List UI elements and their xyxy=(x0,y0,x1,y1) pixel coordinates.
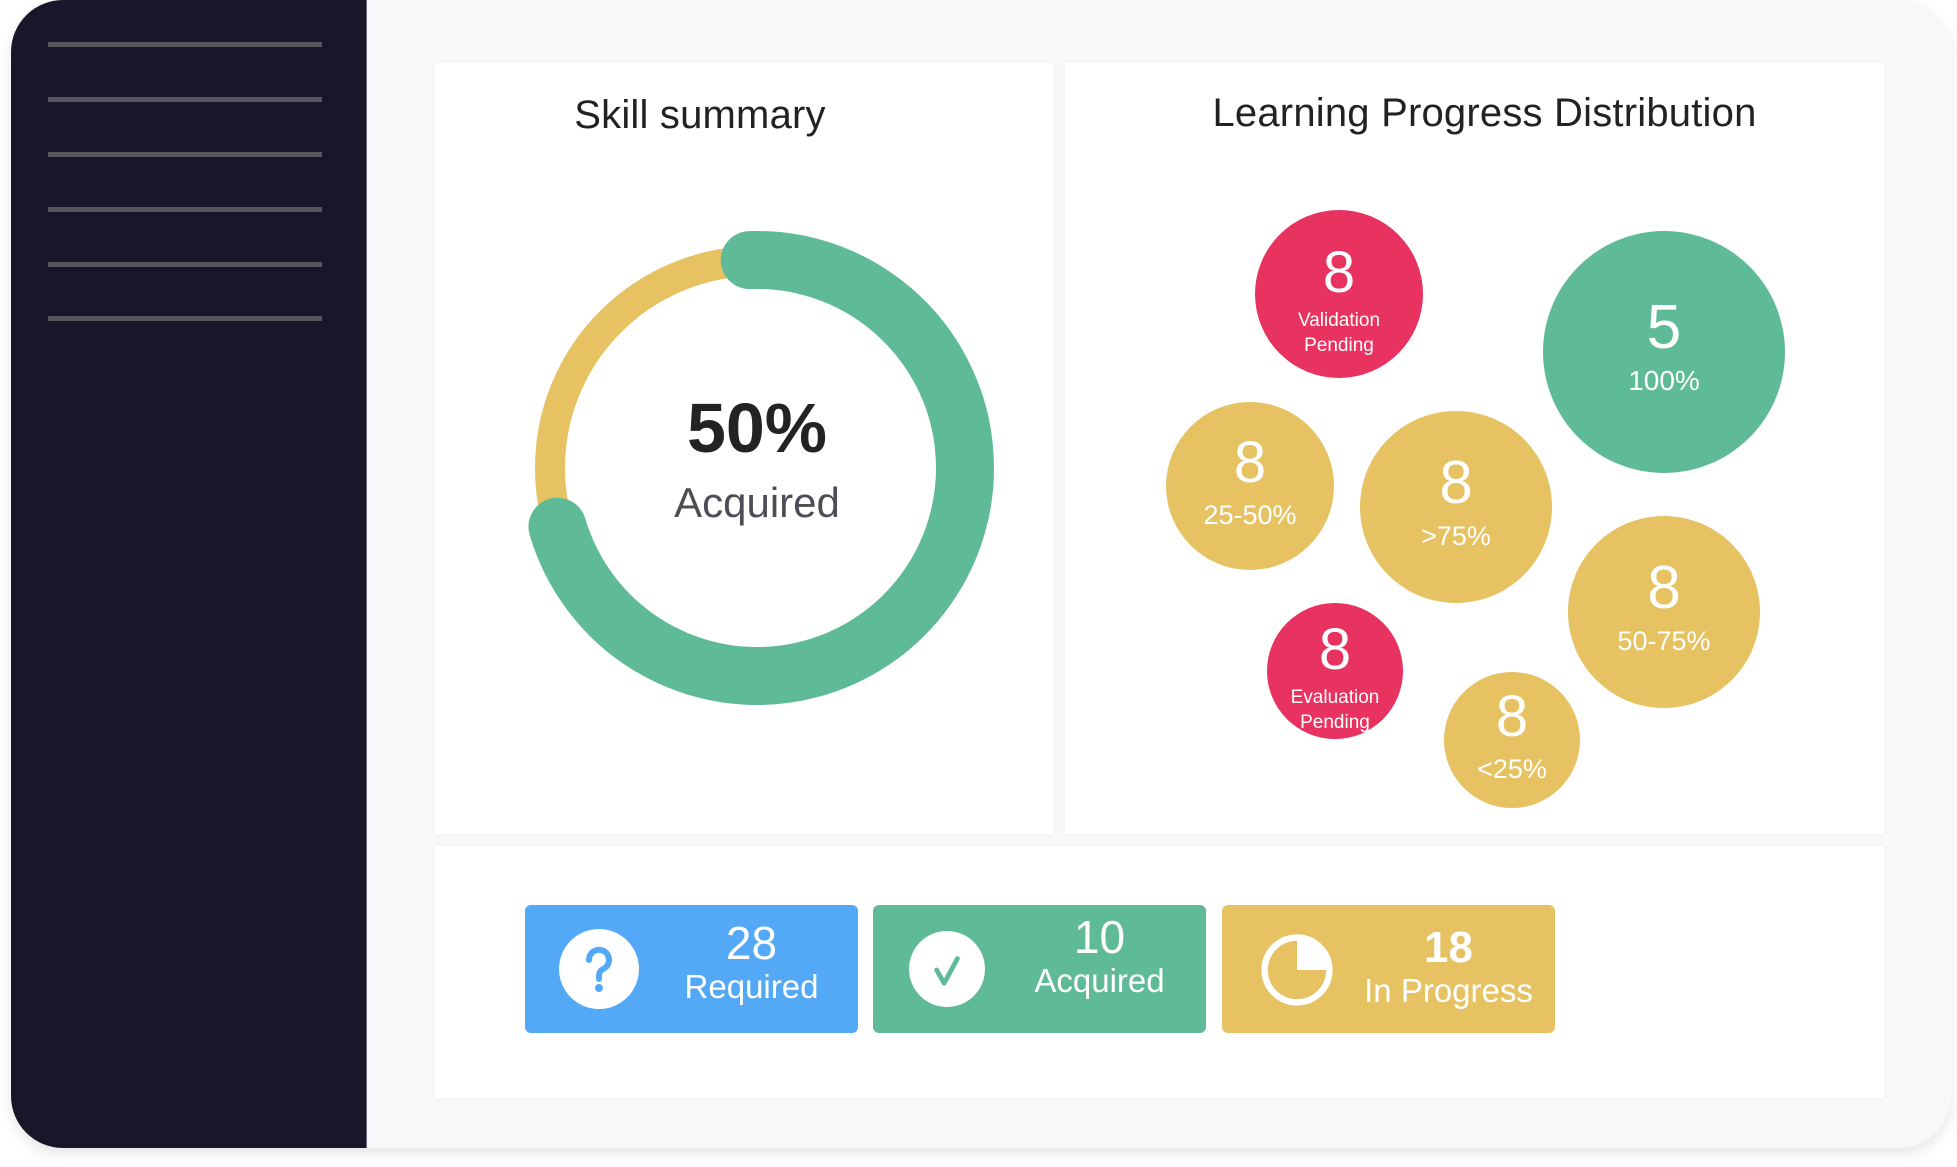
bubble-value: 5 xyxy=(1647,293,1681,362)
donut-center: 50% Acquired xyxy=(607,393,907,527)
bubble-value: 8 xyxy=(1323,240,1355,305)
bubble-value: 8 xyxy=(1647,554,1680,621)
bubble-value: 8 xyxy=(1234,430,1266,495)
stat-label: Required xyxy=(684,968,819,1006)
donut-percent: 50% xyxy=(686,389,828,467)
bubble-caption: Pending xyxy=(1300,712,1370,733)
bubble-caption: >75% xyxy=(1421,521,1491,551)
sidebar-item[interactable] xyxy=(48,42,322,47)
bubble-caption: 100% xyxy=(1628,365,1700,396)
bubble-progress-50-75[interactable]: 8 50-75% xyxy=(1568,516,1760,708)
bubble-validation-pending[interactable]: 8 Validation Pending xyxy=(1255,210,1423,378)
stat-label: Acquired xyxy=(1034,962,1165,1000)
pie-progress-icon xyxy=(1261,934,1333,1006)
question-icon xyxy=(559,929,639,1009)
bubble-caption: 50-75% xyxy=(1617,626,1710,656)
bubble-evaluation-pending[interactable]: 8 Evaluation Pending xyxy=(1267,603,1403,739)
stats-panel: 28 Required 10 Acquired 18 In Progress xyxy=(435,846,1884,1098)
bubble-caption: 25-50% xyxy=(1203,500,1296,530)
bubble-value: 8 xyxy=(1439,449,1472,516)
bubble-value: 8 xyxy=(1319,617,1351,682)
stat-value: 10 xyxy=(1073,911,1126,963)
bubble-caption: Evaluation xyxy=(1291,687,1380,708)
stat-label: In Progress xyxy=(1364,972,1533,1010)
sidebar xyxy=(11,0,367,1148)
bubble-caption: Pending xyxy=(1304,335,1374,356)
stat-text: 18 In Progress xyxy=(1342,923,1555,1011)
sidebar-item[interactable] xyxy=(48,262,322,267)
bubble-progress-over-75[interactable]: 8 >75% xyxy=(1360,411,1552,603)
stat-card-required[interactable]: 28 Required xyxy=(525,905,858,1033)
bubble-progress-25-50[interactable]: 8 25-50% xyxy=(1166,402,1334,570)
sidebar-item[interactable] xyxy=(48,152,322,157)
bubble-complete-100[interactable]: 5100% xyxy=(1543,231,1785,473)
bubble-progress-under-25[interactable]: 8 <25% xyxy=(1444,672,1580,808)
sidebar-item[interactable] xyxy=(48,316,322,321)
stat-value: 18 xyxy=(1424,923,1473,972)
donut-caption: Acquired xyxy=(674,479,840,526)
app-window: Skill summary 50% Acquired Learning Prog… xyxy=(11,0,1951,1148)
stat-value: 28 xyxy=(725,917,778,969)
stat-text: 28 Required xyxy=(645,919,858,1007)
bubble-caption: <25% xyxy=(1477,754,1547,784)
bubble-caption: Validation xyxy=(1298,310,1380,331)
sidebar-item[interactable] xyxy=(48,97,322,102)
sidebar-item[interactable] xyxy=(48,207,322,212)
stat-card-acquired[interactable]: 10 Acquired xyxy=(873,905,1206,1033)
stat-card-in-progress[interactable]: 18 In Progress xyxy=(1222,905,1555,1033)
check-icon xyxy=(909,931,985,1007)
skill-summary-panel: Skill summary 50% Acquired xyxy=(435,63,1053,834)
stat-text: 10 Acquired xyxy=(993,913,1206,1001)
bubble-chart: 8 Validation Pending 5100% 8 25-50% 8 >75% 8 50-7… xyxy=(1166,210,1785,808)
learning-distribution-panel: Learning Progress Distribution 8 Validati… xyxy=(1065,63,1884,834)
bubble-value: 8 xyxy=(1496,684,1528,749)
